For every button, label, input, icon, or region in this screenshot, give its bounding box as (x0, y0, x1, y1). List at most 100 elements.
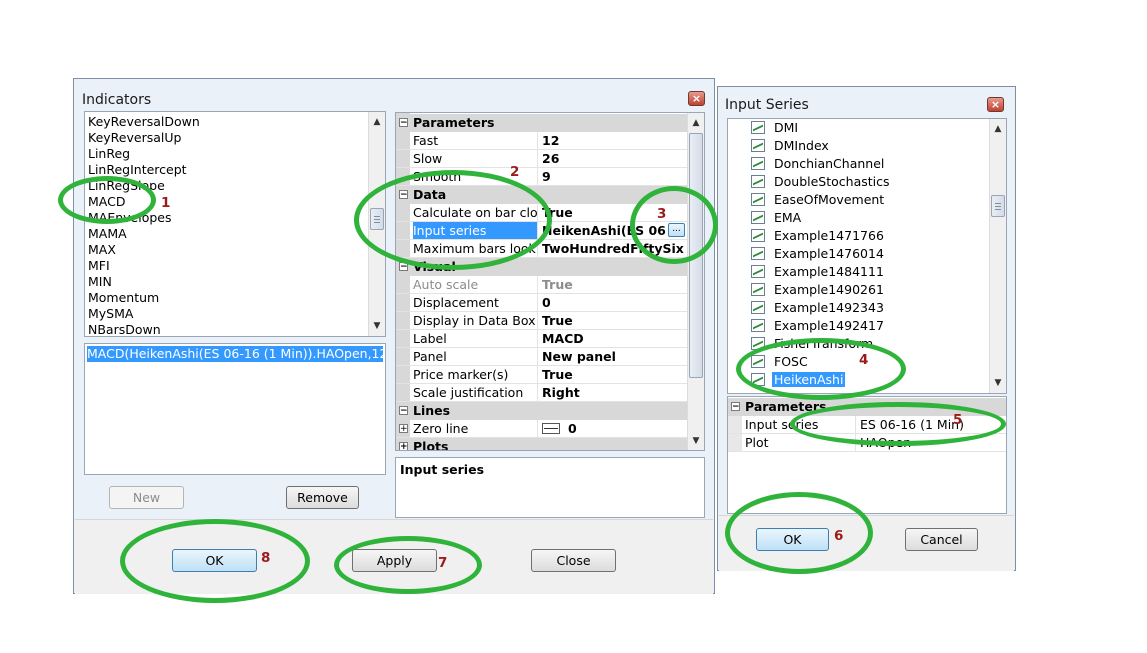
applied-indicators-list[interactable]: MACD(HeikenAshi(ES 06-16 (1 Min)).HAOpen… (84, 343, 386, 475)
indicator-list-item[interactable]: Momentum (88, 290, 159, 306)
apply-button[interactable]: Apply (352, 549, 437, 572)
tree-item[interactable]: DMI (751, 119, 800, 137)
scroll-thumb[interactable] (370, 208, 384, 230)
property-value[interactable]: HeikenAshi(ES 06-16 (1 Min)) (542, 222, 666, 239)
close-button[interactable]: Close (531, 549, 616, 572)
series-param-row[interactable]: Plot HAOpen (728, 434, 1006, 452)
ellipsis-button[interactable]: ... (668, 223, 685, 237)
scroll-down-icon[interactable]: ▼ (369, 318, 385, 334)
indicator-list-item[interactable]: KeyReversalUp (88, 130, 181, 146)
indicator-list-scrollbar[interactable]: ▲ ▼ (368, 112, 385, 336)
collapse-icon[interactable]: − (399, 406, 408, 416)
property-value[interactable]: 12 (542, 132, 687, 149)
property-value[interactable]: New panel (542, 348, 687, 365)
indicator-list-item[interactable]: KeyReversalDown (88, 114, 200, 130)
property-row[interactable]: Panel New panel (396, 348, 704, 366)
indicator-list-item[interactable]: MySMA (88, 306, 133, 322)
property-value[interactable]: TwoHundredFiftySix (542, 240, 687, 257)
indicator-list-item[interactable]: MAMA (88, 226, 127, 242)
property-row[interactable]: Maximum bars look backTwoHundredFiftySix (396, 240, 704, 258)
chart-icon (751, 337, 765, 350)
indicator-list-item[interactable]: MAX (88, 242, 116, 258)
tree-item[interactable]: Example1476014 (751, 245, 886, 263)
property-row[interactable]: Auto scale True (396, 276, 704, 294)
property-row[interactable]: + Zero line 0 (396, 420, 704, 438)
category-lines[interactable]: − Lines (396, 402, 704, 420)
property-name: Display in Data Box (413, 312, 538, 329)
tree-item[interactable]: Example1490261 (751, 281, 886, 299)
indicator-list-item[interactable]: MAEnvelopes (88, 210, 172, 226)
scroll-down-icon[interactable]: ▼ (688, 433, 704, 449)
expand-icon[interactable]: + (399, 424, 408, 434)
collapse-icon[interactable]: − (731, 402, 740, 412)
property-row[interactable]: Displacement 0 (396, 294, 704, 312)
collapse-icon[interactable]: − (399, 262, 408, 272)
tree-item[interactable]: Example1492343 (751, 299, 886, 317)
category-data[interactable]: − Data (396, 186, 704, 204)
scroll-up-icon[interactable]: ▲ (990, 121, 1006, 137)
property-value[interactable]: 0 (568, 420, 704, 437)
property-row[interactable]: Label MACD (396, 330, 704, 348)
tree-item[interactable]: Example1484111 (751, 263, 886, 281)
ok-button[interactable]: OK (172, 549, 257, 572)
property-value[interactable]: True (542, 366, 687, 383)
input-series-close-icon[interactable]: × (987, 97, 1004, 112)
property-value[interactable]: True (542, 276, 687, 293)
scroll-thumb[interactable] (991, 195, 1005, 217)
property-row[interactable]: Smooth 9 (396, 168, 704, 186)
indicator-list-item[interactable]: LinRegSlope (88, 178, 165, 194)
property-row[interactable]: Display in Data Box True (396, 312, 704, 330)
tree-item[interactable]: HeikenAshi (751, 371, 846, 389)
category-plots[interactable]: + Plots (396, 438, 704, 450)
collapse-icon[interactable]: − (399, 190, 408, 200)
indicator-tree-scrollbar[interactable]: ▲ ▼ (989, 119, 1006, 393)
property-value[interactable]: 26 (542, 150, 687, 167)
scroll-thumb[interactable] (689, 133, 703, 378)
scroll-up-icon[interactable]: ▲ (688, 115, 704, 131)
indicator-list-item[interactable]: MIN (88, 274, 112, 290)
tree-item[interactable]: EaseOfMovement (751, 191, 886, 209)
indicator-list-item[interactable]: LinRegIntercept (88, 162, 187, 178)
property-value[interactable]: 0 (542, 294, 687, 311)
property-value[interactable]: True (542, 312, 687, 329)
series-parameters-grid[interactable]: − Parameters Input series ES 06-16 (1 Mi… (727, 396, 1007, 514)
indicator-list-item[interactable]: NBarsDown (88, 322, 161, 336)
property-row[interactable]: Slow 26 (396, 150, 704, 168)
tree-item[interactable]: DMIndex (751, 137, 831, 155)
scroll-down-icon[interactable]: ▼ (990, 375, 1006, 391)
property-grid-scrollbar[interactable]: ▲ ▼ (687, 113, 704, 450)
tree-item[interactable]: FisherTransform (751, 335, 875, 353)
series-param-row[interactable]: Input series ES 06-16 (1 Min) (728, 416, 1006, 434)
property-value[interactable]: 9 (542, 168, 687, 185)
scroll-up-icon[interactable]: ▲ (369, 114, 385, 130)
tree-item[interactable]: EMA (751, 209, 803, 227)
property-value[interactable]: MACD (542, 330, 687, 347)
tree-item[interactable]: Example1471766 (751, 227, 886, 245)
series-cancel-button[interactable]: Cancel (905, 528, 978, 551)
indicator-list-item[interactable]: MACD (88, 194, 125, 210)
category-parameters[interactable]: − Parameters (396, 114, 704, 132)
property-row[interactable]: Scale justification Right (396, 384, 704, 402)
series-ok-button[interactable]: OK (756, 528, 829, 551)
collapse-icon[interactable]: − (399, 118, 408, 128)
property-grid[interactable]: − Parameters Fast 12 Slow 26 Smooth 9− Data Calcu… (395, 112, 705, 451)
series-parameters-category[interactable]: − Parameters (728, 398, 1006, 416)
indicator-list[interactable]: KeyReversalDown KeyReversalUp LinReg LinReg… (84, 111, 386, 337)
new-button[interactable]: New (109, 486, 184, 509)
indicator-list-item[interactable]: LinReg (88, 146, 130, 162)
property-row[interactable]: Fast 12 (396, 132, 704, 150)
tree-item[interactable]: Example1492417 (751, 317, 886, 335)
tree-item[interactable]: FOSC (751, 353, 810, 371)
remove-button[interactable]: Remove (286, 486, 359, 509)
property-value[interactable]: Right (542, 384, 687, 401)
applied-indicator-item[interactable]: MACD(HeikenAshi(ES 06-16 (1 Min)).HAOpen… (87, 346, 383, 362)
indicator-list-item[interactable]: MFI (88, 258, 110, 274)
indicators-close-icon[interactable]: × (688, 91, 705, 106)
property-row[interactable]: Input seriesHeikenAshi(ES 06-16 (1 Min))… (396, 222, 704, 240)
indicators-window-title: Indicators (82, 92, 152, 108)
property-row[interactable]: Price marker(s) True (396, 366, 704, 384)
tree-item[interactable]: DoubleStochastics (751, 173, 892, 191)
tree-item[interactable]: DonchianChannel (751, 155, 886, 173)
category-visual[interactable]: − Visual (396, 258, 704, 276)
expand-icon[interactable]: + (399, 442, 408, 450)
